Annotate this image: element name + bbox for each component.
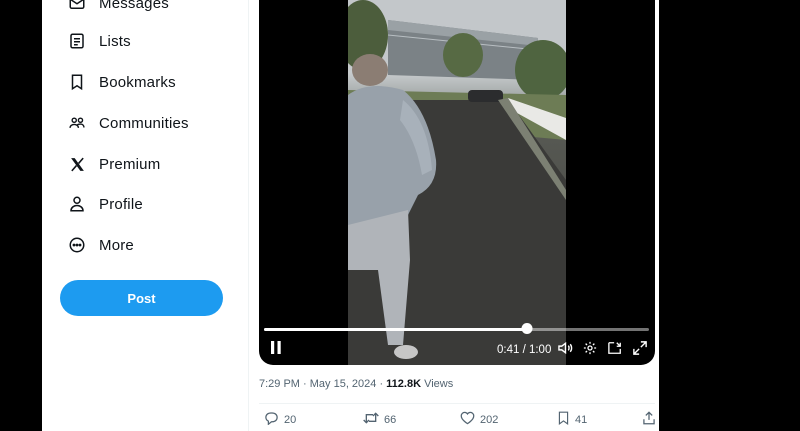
repost-button[interactable]: 66 — [363, 411, 396, 428]
sidebar-item-label: Messages — [99, 0, 169, 12]
communities-icon — [68, 114, 86, 132]
heart-icon — [460, 411, 475, 428]
sidebar-item-profile[interactable]: Profile — [68, 189, 143, 219]
volume-button[interactable] — [557, 341, 573, 360]
bookmark-count: 41 — [575, 413, 588, 426]
share-button[interactable] — [642, 411, 656, 428]
pause-button[interactable] — [269, 341, 283, 359]
post-button[interactable]: Post — [60, 280, 223, 316]
timestamp[interactable]: 7:29 PM · May 15, 2024 · — [259, 378, 386, 390]
views-label: Views — [421, 378, 454, 390]
bookmark-icon — [68, 73, 86, 91]
repost-count: 66 — [384, 413, 397, 426]
tweet-actions: 20 66 202 41 — [259, 411, 655, 431]
like-count: 202 — [480, 413, 499, 426]
volume-icon — [557, 341, 573, 360]
progress-fill — [264, 328, 528, 331]
fullscreen-button[interactable] — [632, 340, 648, 360]
settings-button[interactable] — [582, 341, 598, 360]
x-logo-icon — [68, 155, 86, 173]
sidebar-item-label: Premium — [99, 155, 161, 173]
divider — [259, 403, 655, 404]
content-column: Messages Lists Bookmarks Communities Pre… — [42, 0, 659, 431]
mail-icon — [68, 0, 86, 12]
gear-icon — [583, 341, 597, 360]
views-count: 112.8K — [386, 378, 422, 390]
bookmark-button[interactable]: 41 — [557, 411, 587, 428]
share-icon — [642, 411, 656, 428]
sidebar-item-label: Communities — [99, 114, 189, 132]
progress-bar[interactable] — [264, 323, 649, 334]
pause-icon — [270, 341, 282, 359]
pop-out-icon — [608, 341, 622, 360]
reply-count: 20 — [284, 413, 297, 426]
video-frame[interactable] — [348, 0, 566, 365]
fullscreen-icon — [633, 340, 647, 360]
more-circle-icon — [68, 236, 86, 254]
video-time: 0:41 / 1:00 — [497, 344, 552, 356]
pop-out-button[interactable] — [607, 341, 623, 360]
progress-scrubber[interactable] — [521, 323, 533, 334]
sidebar-item-communities[interactable]: Communities — [68, 108, 189, 138]
sidebar-item-bookmarks[interactable]: Bookmarks — [68, 67, 176, 97]
profile-icon — [68, 195, 86, 213]
sidebar-item-premium[interactable]: Premium — [68, 149, 160, 179]
sidebar: Messages Lists Bookmarks Communities Pre… — [42, 0, 247, 431]
tweet-detail: 0:41 / 1:00 7:29 PM · May 15, 2024 · 112… — [248, 0, 659, 431]
reply-icon — [264, 411, 279, 428]
sidebar-item-more[interactable]: More — [68, 230, 134, 260]
page: Messages Lists Bookmarks Communities Pre… — [0, 0, 800, 431]
tweet-meta: 7:29 PM · May 15, 2024 · 112.8K Views — [259, 378, 453, 390]
lists-icon — [68, 32, 86, 50]
sidebar-item-messages[interactable]: Messages — [68, 0, 169, 18]
sidebar-item-label: More — [99, 236, 134, 254]
video-player[interactable]: 0:41 / 1:00 — [259, 0, 655, 365]
sidebar-item-label: Bookmarks — [99, 73, 176, 91]
bookmark-icon — [557, 411, 570, 428]
reply-button[interactable]: 20 — [264, 411, 296, 428]
sidebar-item-label: Lists — [99, 32, 131, 50]
repost-icon — [363, 411, 379, 428]
video-controls: 0:41 / 1:00 — [259, 318, 655, 365]
sidebar-item-lists[interactable]: Lists — [68, 26, 131, 56]
sidebar-item-label: Profile — [99, 195, 143, 213]
like-button[interactable]: 202 — [460, 411, 498, 428]
